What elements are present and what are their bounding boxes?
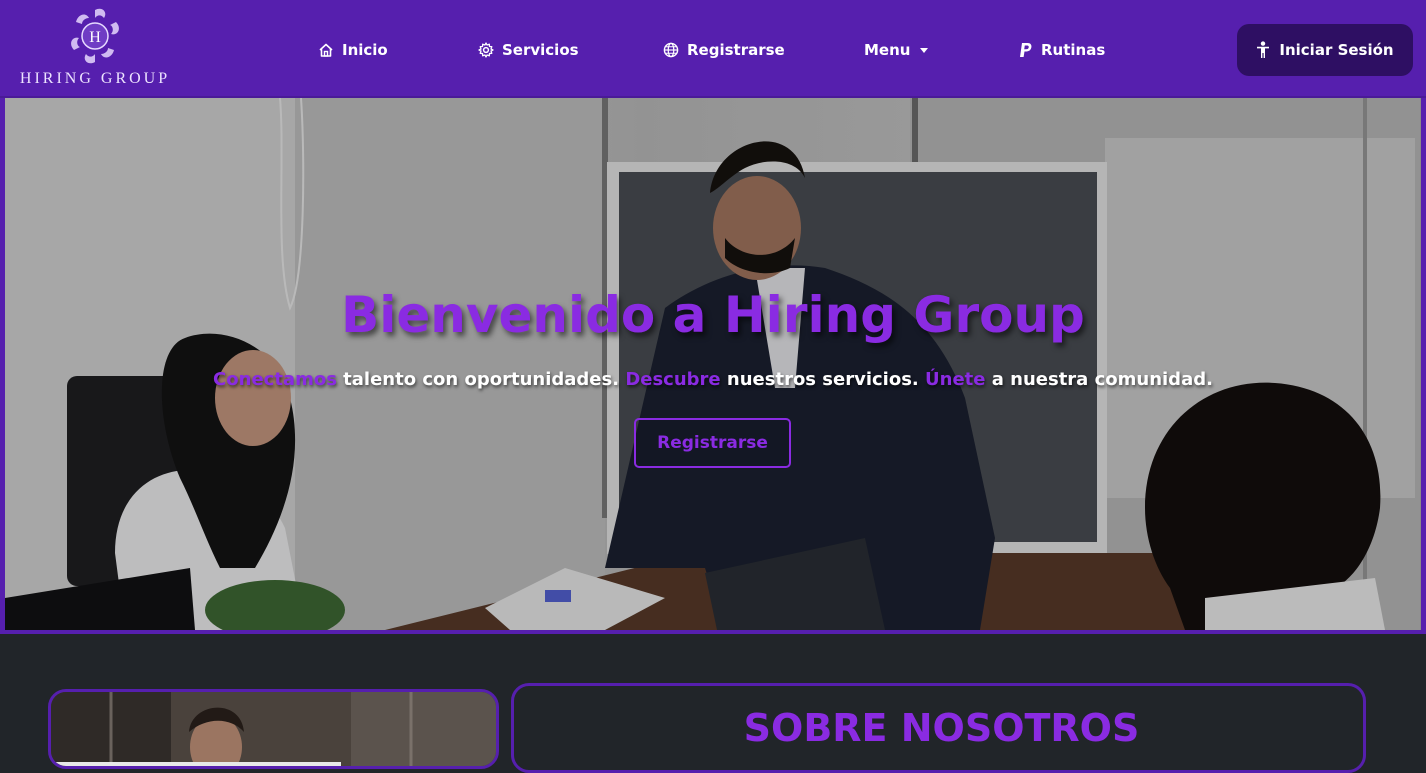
nav-registrarse-label: Registrarse <box>687 41 785 59</box>
hero-subtitle-text: talento con oportunidades. <box>336 369 626 390</box>
hero-register-button[interactable]: Registrarse <box>634 418 791 468</box>
login-button-label: Iniciar Sesión <box>1279 41 1394 59</box>
hero-highlight-word: Conectamos <box>213 369 337 390</box>
logo-letter: H <box>89 29 101 46</box>
hero-subtitle-text: nuestros servicios. <box>720 369 926 390</box>
nav-inicio-label: Inicio <box>342 41 388 59</box>
nav-rutinas-label: Rutinas <box>1041 41 1106 59</box>
nav-servicios-label: Servicios <box>502 41 579 59</box>
brand-name: HIRING GROUP <box>19 70 171 87</box>
nav-menu-dropdown[interactable]: Menu <box>864 36 929 64</box>
person-icon <box>1257 41 1270 58</box>
nav-registrarse[interactable]: Registrarse <box>663 36 785 64</box>
about-image-strip <box>51 762 341 766</box>
hero-section: Bienvenido a Hiring Group Conectamos tal… <box>0 98 1426 634</box>
hero-title: Bienvenido a Hiring Group <box>341 286 1085 344</box>
navbar: H HIRING GROUP Inicio Servicios Registra… <box>0 0 1426 98</box>
login-button[interactable]: Iniciar Sesión <box>1237 24 1413 76</box>
chevron-down-icon <box>920 47 929 53</box>
about-section: SOBRE NOSOTROS <box>511 683 1366 773</box>
hero-subtitle-text: a nuestra comunidad. <box>985 369 1213 390</box>
gear-icon <box>478 42 494 58</box>
nav-servicios[interactable]: Servicios <box>478 36 579 64</box>
brand-logo[interactable]: H HIRING GROUP <box>19 4 171 94</box>
hero-background-photo <box>5 98 1421 630</box>
about-photo <box>51 692 496 766</box>
about-image-card <box>48 689 499 769</box>
nav-inicio[interactable]: Inicio <box>318 36 388 64</box>
hero-subtitle: Conectamos talento con oportunidades. De… <box>0 369 1426 390</box>
hero-highlight-word: Descubre <box>625 369 721 390</box>
paypal-icon <box>1020 43 1032 57</box>
hero-highlight-word: Únete <box>925 369 986 390</box>
nav-rutinas[interactable]: Rutinas <box>1019 36 1105 64</box>
about-title: SOBRE NOSOTROS <box>743 706 1140 750</box>
hero-dark-overlay <box>5 98 1421 630</box>
nav-menu-label: Menu <box>864 41 911 59</box>
globe-icon <box>663 42 679 58</box>
logo-emblem-icon: H <box>71 8 119 64</box>
home-icon <box>319 43 333 57</box>
